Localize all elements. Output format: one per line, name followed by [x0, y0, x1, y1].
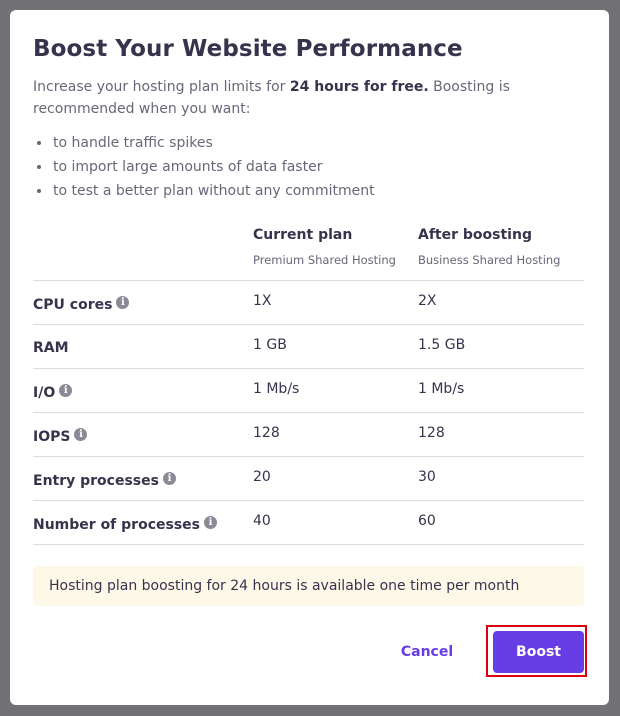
- boost-dialog: Boost Your Website Performance Increase …: [10, 10, 609, 705]
- current-value: 40: [253, 513, 271, 529]
- boost-button[interactable]: Boost: [493, 631, 584, 673]
- row-label: RAM: [33, 340, 69, 356]
- column-subtitle-after: Business Shared Hosting: [418, 253, 561, 267]
- intro-text: Increase your hosting plan limits for 24…: [33, 76, 593, 120]
- row-label: CPU cores: [33, 297, 113, 313]
- after-value: 30: [418, 469, 436, 485]
- table-header: Current plan Premium Shared Hosting Afte…: [33, 220, 584, 281]
- column-subtitle-current: Premium Shared Hosting: [253, 253, 396, 267]
- table-row: Number of processes i 40 60: [33, 501, 584, 545]
- list-item: to test a better plan without any commit…: [33, 179, 375, 203]
- after-value: 128: [418, 425, 445, 441]
- current-value: 1 Mb/s: [253, 381, 300, 397]
- bullet-dot-icon: [37, 189, 41, 193]
- info-circle-icon[interactable]: i: [116, 296, 130, 309]
- info-circle-icon[interactable]: i: [59, 384, 73, 397]
- intro-bold: 24 hours for free.: [289, 79, 429, 95]
- row-label: Entry processes: [33, 473, 159, 489]
- info-circle-icon[interactable]: i: [203, 516, 217, 529]
- after-value: 2X: [418, 293, 437, 309]
- availability-notice: Hosting plan boosting for 24 hours is av…: [33, 566, 584, 606]
- intro-prefix: Increase your hosting plan limits for: [33, 79, 290, 95]
- table-row: RAM 1 GB 1.5 GB: [33, 325, 584, 369]
- list-item: to import large amounts of data faster: [33, 155, 375, 179]
- comparison-table: Current plan Premium Shared Hosting Afte…: [33, 220, 584, 545]
- bullet-dot-icon: [37, 165, 41, 169]
- cancel-button[interactable]: Cancel: [394, 636, 460, 668]
- list-item: to handle traffic spikes: [33, 131, 375, 155]
- table-row: I/O i 1 Mb/s 1 Mb/s: [33, 369, 584, 413]
- info-circle-icon[interactable]: i: [74, 428, 88, 441]
- row-label: Number of processes: [33, 517, 200, 533]
- table-row: Entry processes i 20 30: [33, 457, 584, 501]
- bullet-dot-icon: [37, 141, 41, 145]
- table-row: CPU cores i 1X 2X: [33, 281, 584, 325]
- after-value: 1 Mb/s: [418, 381, 465, 397]
- info-circle-icon[interactable]: i: [162, 472, 176, 485]
- current-value: 1X: [253, 293, 272, 309]
- current-value: 1 GB: [253, 337, 287, 353]
- dialog-title: Boost Your Website Performance: [33, 36, 463, 62]
- current-value: 20: [253, 469, 271, 485]
- row-label: I/O: [33, 385, 56, 401]
- reasons-list: to handle traffic spikes to import large…: [33, 131, 375, 203]
- after-value: 60: [418, 513, 436, 529]
- table-row: IOPS i 128 128: [33, 413, 584, 457]
- current-value: 128: [253, 425, 280, 441]
- after-value: 1.5 GB: [418, 337, 466, 353]
- column-header-current: Current plan: [253, 227, 353, 243]
- column-header-after: After boosting: [418, 227, 532, 243]
- row-label: IOPS: [33, 429, 71, 445]
